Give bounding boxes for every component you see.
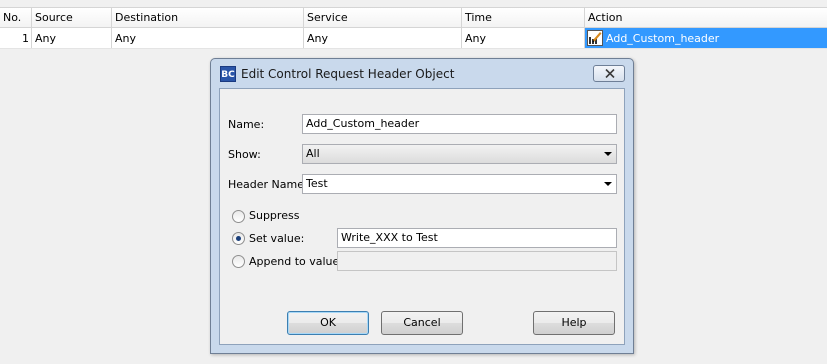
row-action-label: Add_Custom_header <box>606 32 720 45</box>
chevron-down-icon <box>604 182 612 186</box>
show-dropdown-value: All <box>306 147 320 160</box>
bc-app-icon: BC <box>220 66 236 82</box>
edit-header-dialog: BC Edit Control Request Header Object Na… <box>210 58 634 354</box>
row-no-cell[interactable]: 1 <box>0 28 32 48</box>
col-header-service[interactable]: Service <box>304 8 462 27</box>
row-time-cell[interactable]: Any <box>462 28 585 48</box>
col-header-source[interactable]: Source <box>32 8 112 27</box>
col-header-action[interactable]: Action <box>585 8 827 27</box>
edit-header-icon <box>587 30 603 46</box>
header-name-value: Test <box>306 177 328 190</box>
row-action-cell[interactable]: Add_Custom_header <box>585 28 827 48</box>
help-button[interactable]: Help <box>533 311 615 335</box>
name-input[interactable]: Add_Custom_header <box>302 114 617 134</box>
set-value-radio[interactable] <box>232 232 245 245</box>
set-value-input[interactable]: Write_XXX to Test <box>337 228 617 248</box>
cancel-button[interactable]: Cancel <box>381 311 463 335</box>
suppress-label: Suppress <box>249 209 300 222</box>
header-name-label: Header Name: <box>228 178 308 191</box>
show-dropdown[interactable]: All <box>302 144 617 164</box>
table-row[interactable]: 1 Any Any Any Any Add_Custom_header <box>0 28 827 49</box>
col-header-time[interactable]: Time <box>462 8 585 27</box>
close-icon <box>605 69 615 78</box>
col-header-no[interactable]: No. <box>0 8 32 27</box>
dialog-title: Edit Control Request Header Object <box>241 67 455 81</box>
header-name-combobox[interactable]: Test <box>302 174 617 194</box>
dialog-body: Name: Add_Custom_header Show: All Header… <box>219 88 625 345</box>
show-label: Show: <box>228 148 261 161</box>
row-source-cell[interactable]: Any <box>32 28 112 48</box>
policy-table: No. Source Destination Service Time Acti… <box>0 7 827 49</box>
row-service-cell[interactable]: Any <box>304 28 462 48</box>
set-value-label: Set value: <box>249 232 305 245</box>
append-value-input[interactable] <box>337 251 617 271</box>
row-destination-cell[interactable]: Any <box>112 28 304 48</box>
name-label: Name: <box>228 118 265 131</box>
ok-button[interactable]: OK <box>287 311 369 335</box>
append-value-radio[interactable] <box>232 255 245 268</box>
col-header-destination[interactable]: Destination <box>112 8 304 27</box>
append-value-label: Append to value: <box>249 255 343 268</box>
dialog-titlebar[interactable]: BC Edit Control Request Header Object <box>211 59 633 87</box>
suppress-radio[interactable] <box>232 210 245 223</box>
table-header-row: No. Source Destination Service Time Acti… <box>0 7 827 28</box>
close-button[interactable] <box>593 65 625 82</box>
chevron-down-icon <box>604 152 612 156</box>
